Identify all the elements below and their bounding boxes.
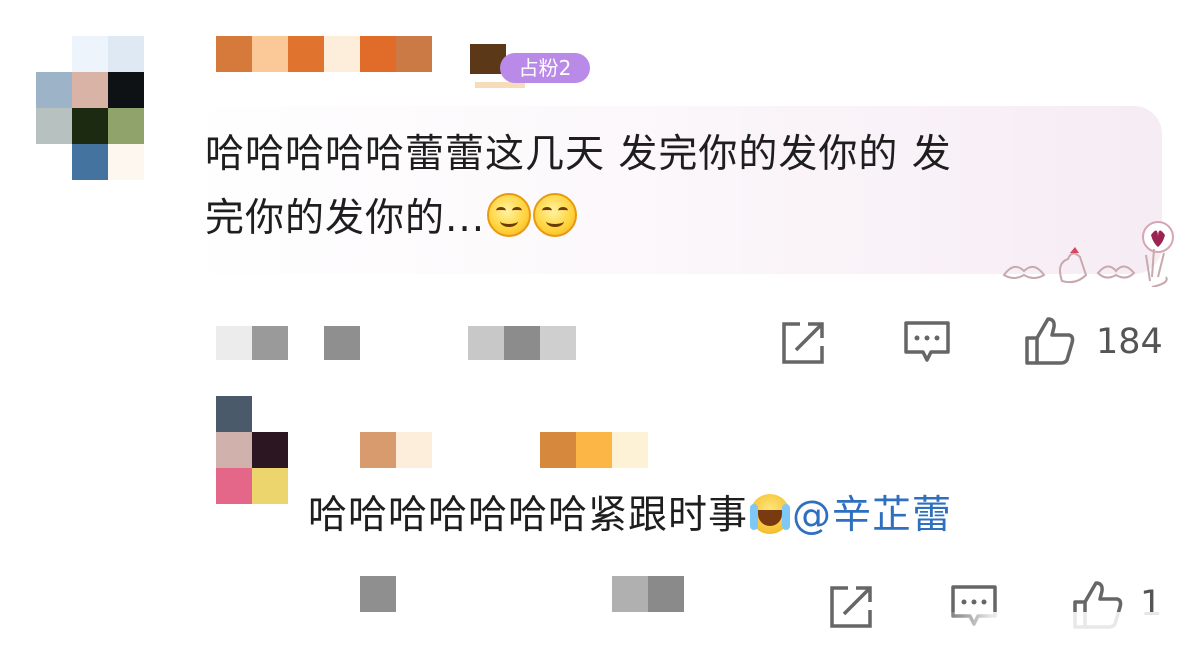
- grin-icon: [533, 193, 578, 237]
- comment-text-line1: 哈哈哈哈哈蕾蕾这几天 发完你的发你的 发: [205, 132, 952, 177]
- reply-text: 哈哈哈哈哈哈哈紧跟时事 @辛芷蕾: [308, 484, 952, 540]
- like-count: 184: [1096, 322, 1163, 362]
- comment-icon[interactable]: [903, 320, 951, 366]
- reply-location: [612, 576, 648, 612]
- username[interactable]: [216, 36, 434, 72]
- reply-text-body: 哈哈哈哈哈哈哈紧跟时事: [308, 493, 749, 538]
- reply-location: [648, 576, 684, 612]
- comment-location: [468, 326, 504, 360]
- reply-avatar[interactable]: [216, 396, 288, 504]
- comment-text-line2: 完你的发你的...: [205, 196, 486, 241]
- reply-username[interactable]: [360, 432, 650, 468]
- mention-link[interactable]: @辛芷蕾: [792, 493, 952, 538]
- comment-text: 哈哈哈哈哈蕾蕾这几天 发完你的发你的 发 完你的发你的...: [205, 123, 1135, 251]
- reply-time: [360, 576, 396, 612]
- avatar[interactable]: [36, 36, 144, 180]
- laugh-cry-icon: [750, 494, 791, 534]
- comment-time: [216, 326, 252, 360]
- like-icon[interactable]: [1024, 316, 1076, 366]
- comment-time: [252, 326, 288, 360]
- watermark: [940, 612, 1200, 653]
- comment-location: [504, 326, 540, 360]
- heart-hands-icon: [1002, 221, 1174, 287]
- comment-location: [540, 326, 576, 360]
- share-icon[interactable]: [780, 320, 826, 366]
- fan-badge: 占粉2: [500, 53, 590, 83]
- grin-icon: [487, 193, 532, 237]
- comment-location: [324, 326, 360, 360]
- share-icon[interactable]: [828, 584, 874, 630]
